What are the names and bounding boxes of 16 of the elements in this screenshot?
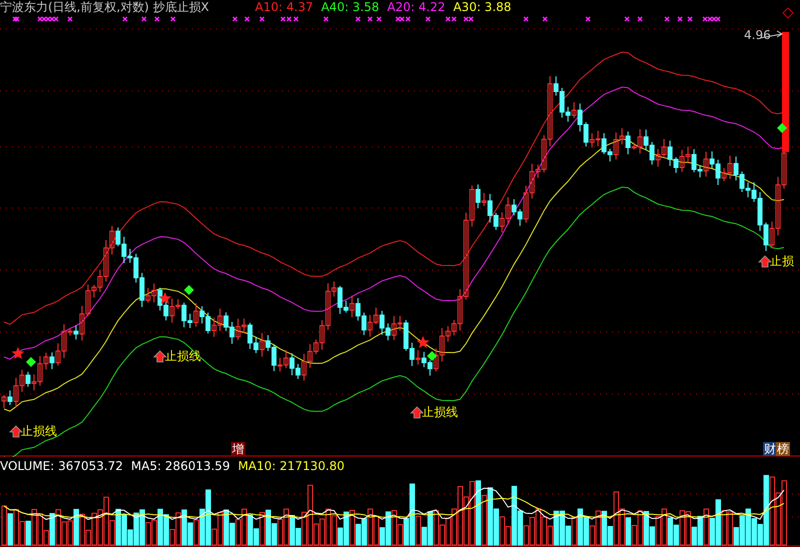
- signal-label: 止损线: [165, 349, 201, 363]
- badge[interactable]: 榜: [776, 442, 790, 456]
- chart-title: 宁波东力(日线,前复权,对数) 抄底止损X: [0, 0, 210, 14]
- volume-stat: MA10: 217130.80: [238, 459, 345, 473]
- volume-stat: VOLUME: 367053.72: [0, 459, 123, 473]
- badge[interactable]: 财: [763, 442, 777, 456]
- indicator-value: A30: 3.88: [453, 0, 512, 14]
- badge[interactable]: 增: [231, 442, 245, 456]
- signal-label: 止损线: [21, 424, 57, 438]
- signal-label: 止损: [770, 254, 794, 268]
- indicator-value: A40: 3.58: [321, 0, 380, 14]
- volume-stat: MA5: 286013.59: [131, 459, 230, 473]
- price-label: 4.96: [744, 28, 771, 42]
- indicator-value: A20: 4.22: [387, 0, 446, 14]
- indicator-value: A10: 4.37: [255, 0, 314, 14]
- signal-label: 止损线: [422, 405, 458, 419]
